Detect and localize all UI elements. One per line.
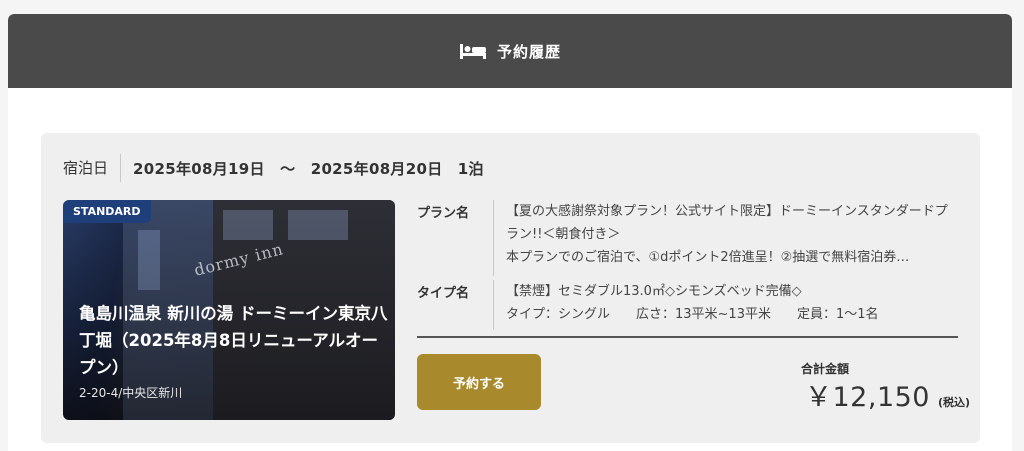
reservation-details: プラン名 【夏の大感謝祭対象プラン！公式サイト限定】ドーミーインスタンダードプラ… — [417, 200, 958, 338]
page-title: 予約履歴 — [496, 42, 561, 61]
plan-label: プラン名 — [417, 206, 470, 221]
tax-note: (税込) — [937, 396, 971, 409]
reservation-card: 宿泊日 2025年08月19日 ～ 2025年08月20日 1泊 dormy i… — [41, 133, 980, 443]
reserve-button[interactable]: 予約する — [417, 354, 541, 410]
page-header: 予約履歴 — [8, 14, 1012, 88]
window — [288, 210, 348, 240]
divider — [417, 336, 958, 338]
room-type-spec: タイプ：シングル 広さ：13平米~13平米 定員：1～1名 — [506, 307, 879, 322]
room-type-row: タイプ名 【禁煙】セミダブル13.0㎡◇シモンズベッド完備◇ タイプ：シングル … — [417, 280, 958, 330]
room-type-label: タイプ名 — [417, 286, 470, 301]
plan-description: 本プランでのご宿泊で、①dポイント2倍進呈！②抽選で無料宿泊券… — [506, 250, 910, 265]
plan-name: 【夏の大感謝祭対象プラン！公式サイト限定】ドーミーインスタンダードプラン!!＜朝… — [506, 204, 948, 242]
room-type-name: 【禁煙】セミダブル13.0㎡◇シモンズベッド完備◇ — [506, 284, 802, 299]
room-type-value: 【禁煙】セミダブル13.0㎡◇シモンズベッド完備◇ タイプ：シングル 広さ：13… — [493, 280, 958, 330]
hotel-address: 2-20-4/中央区新川 — [79, 386, 183, 400]
plan-row: プラン名 【夏の大感謝祭対象プラン！公式サイト限定】ドーミーインスタンダードプラ… — [417, 200, 958, 276]
reservation-history-panel: 予約履歴 宿泊日 2025年08月19日 ～ 2025年08月20日 1泊 do… — [8, 14, 1012, 451]
bed-icon — [459, 41, 487, 61]
window — [138, 230, 160, 290]
hotel-name[interactable]: 亀島川温泉 新川の湯 ドーミーイン東京八丁堀（2025年8月8日リニューアルオー… — [79, 300, 389, 381]
window — [223, 210, 273, 240]
stay-dates: 2025年08月19日 ～ 2025年08月20日 1泊 — [133, 159, 484, 178]
total-price: ￥12,150 (税込) — [805, 375, 970, 414]
stay-label: 宿泊日 — [63, 154, 122, 182]
hotel-image-card[interactable]: dormy inn STANDARD 亀島川温泉 新川の湯 ドーミーイン東京八丁… — [63, 200, 395, 420]
plan-grade-badge: STANDARD — [63, 200, 151, 223]
plan-value: 【夏の大感謝祭対象プラン！公式サイト限定】ドーミーインスタンダードプラン!!＜朝… — [493, 200, 958, 276]
total-amount: ￥12,150 — [805, 382, 930, 413]
stay-dates-row: 宿泊日 2025年08月19日 ～ 2025年08月20日 1泊 — [63, 153, 484, 183]
